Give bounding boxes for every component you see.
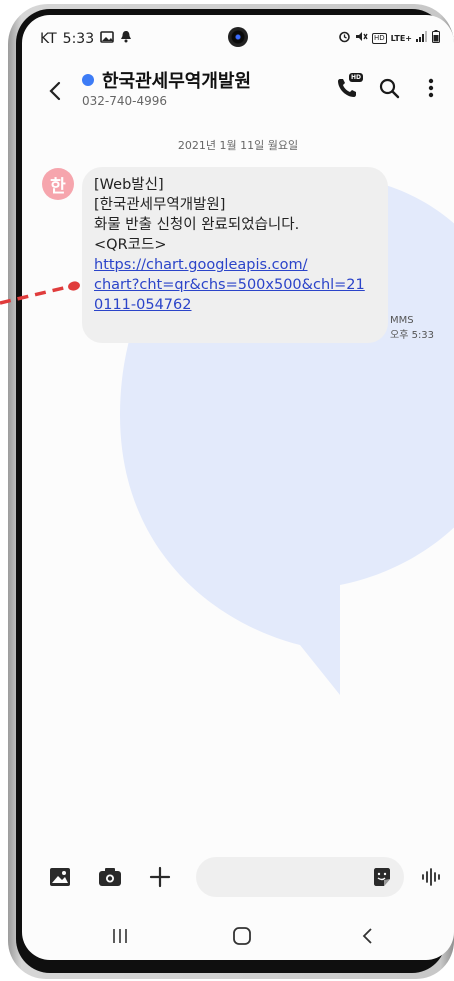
mute-icon: [355, 30, 368, 46]
nav-back-button[interactable]: [348, 921, 388, 951]
message-line: [한국관세무역개발원]: [94, 197, 226, 213]
message-line: [Web발신]: [94, 177, 164, 193]
sticker-button[interactable]: [368, 863, 396, 891]
contact-avatar[interactable]: 한: [42, 168, 74, 200]
alarm-icon: [338, 30, 351, 46]
gallery-button[interactable]: [46, 863, 74, 891]
more-vertical-icon: [428, 78, 434, 98]
add-attachment-button[interactable]: [146, 863, 174, 891]
status-bar: KT 5:33 HD LTE+: [22, 30, 454, 52]
voice-icon: [422, 868, 440, 886]
hd-badge: HD: [348, 73, 363, 82]
back-icon: [362, 928, 372, 944]
battery-icon: [432, 30, 440, 46]
status-time: 5:33: [62, 30, 95, 47]
system-navigation-bar: [22, 921, 454, 951]
message-time: 오후 5:33: [390, 330, 435, 341]
conversation-header: 한국관세무역개발원 032-740-4996 HD: [22, 65, 454, 125]
gallery-icon: [50, 868, 70, 886]
hd-call-button[interactable]: HD: [334, 73, 363, 101]
contact-phone-number: 032-740-4996: [82, 94, 168, 108]
message-type-label: MMS: [390, 315, 414, 326]
message-line: <QR코드>: [94, 237, 167, 253]
voice-input-button[interactable]: [418, 863, 446, 891]
chevron-left-icon: [49, 81, 61, 101]
camera-icon: [99, 868, 121, 886]
date-separator: 2021년 1월 11일 월요일: [177, 139, 299, 152]
back-button[interactable]: [42, 77, 70, 105]
plus-icon: [149, 866, 171, 888]
composer-bar: [22, 855, 454, 901]
message-link[interactable]: https://chart.googleapis.com/: [94, 255, 376, 275]
recent-apps-button[interactable]: [100, 921, 140, 951]
search-button[interactable]: [376, 75, 402, 101]
home-icon: [233, 927, 251, 945]
lte-label: LTE+: [390, 33, 412, 43]
phone-screen: KT 5:33 HD LTE+ 한국관세무역개발원 032-740-4996 H…: [22, 15, 454, 960]
more-options-button[interactable]: [418, 75, 444, 101]
annotation-arrow: [0, 281, 80, 305]
recent-apps-icon: [113, 929, 127, 943]
gallery-notification-icon: [100, 30, 114, 47]
message-link[interactable]: chart?cht=qr&chs=500x500&chl=21: [94, 275, 376, 295]
message-meta: MMS 오후 5:33: [390, 313, 434, 343]
home-button[interactable]: [222, 921, 262, 951]
camera-button[interactable]: [96, 863, 124, 891]
contact-status-dot: [82, 74, 94, 86]
sticker-icon: [374, 868, 390, 886]
avatar-initial: 한: [50, 176, 66, 197]
message-line: 화물 반출 신청이 완료되었습니다.: [94, 217, 300, 233]
contact-name[interactable]: 한국관세무역개발원: [102, 67, 251, 93]
carrier-label: KT: [40, 30, 57, 47]
hd-voice-label: HD: [371, 32, 387, 44]
bell-notification-icon: [120, 30, 132, 47]
search-icon: [379, 78, 400, 99]
signal-icon: [416, 31, 428, 45]
message-link[interactable]: 0111-054762: [94, 295, 376, 315]
message-bubble[interactable]: [Web발신] [한국관세무역개발원] 화물 반출 신청이 완료되었습니다. <…: [82, 167, 388, 343]
